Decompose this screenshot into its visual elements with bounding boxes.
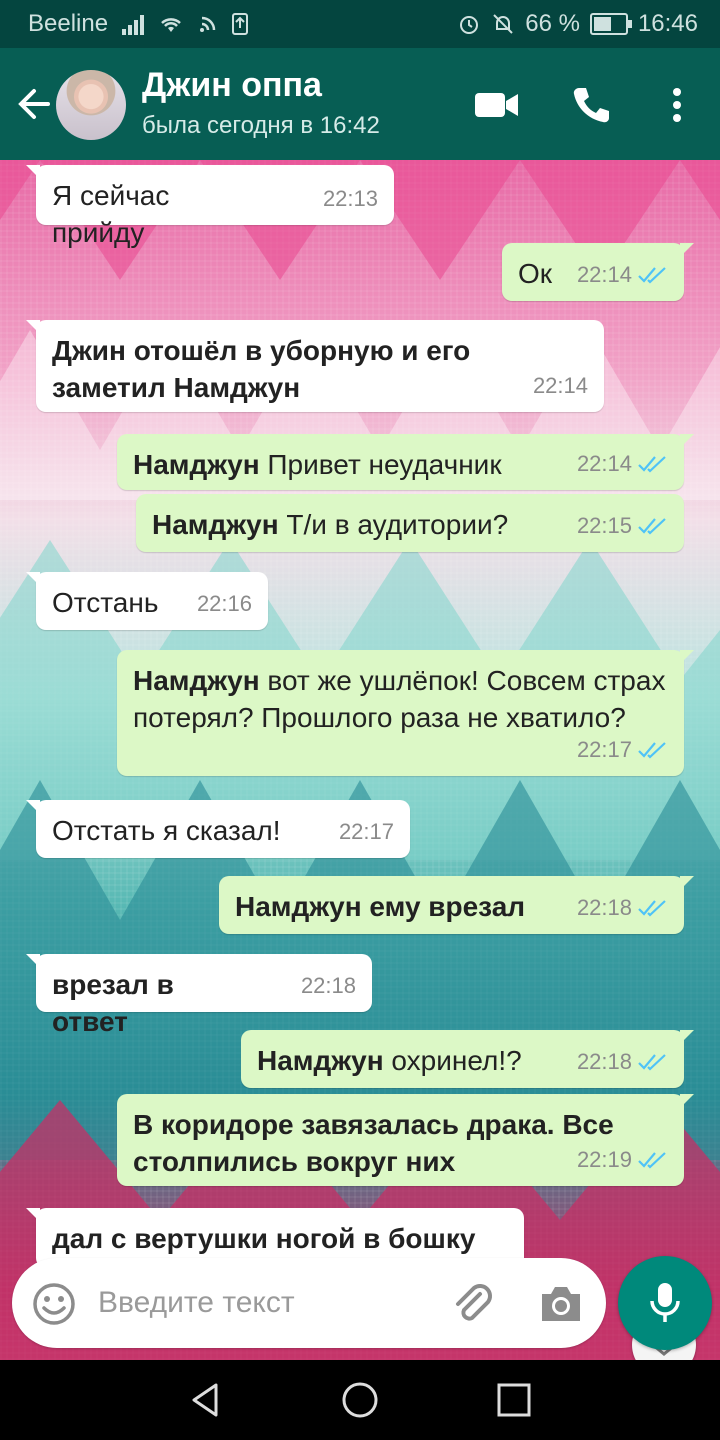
recents-square-icon[interactable]: [494, 1380, 534, 1420]
message-time: 22:19: [577, 1141, 668, 1178]
message-time: 22:17: [577, 731, 668, 768]
message-plain-text: Т/и в аудитории?: [278, 509, 509, 540]
avatar[interactable]: [56, 70, 126, 140]
outgoing-message[interactable]: Ок 22:14: [502, 243, 694, 301]
contact-last-seen: была сегодня в 16:42: [142, 112, 380, 139]
message-plain-text: охринел!?: [383, 1045, 522, 1076]
message-time: 22:18: [577, 1043, 668, 1080]
message-bold-text: Намджун: [257, 1045, 384, 1076]
read-ticks-icon: [638, 741, 666, 759]
message-timestamp: 22:17: [576, 737, 632, 762]
carrier-label: Beeline: [28, 10, 109, 37]
outgoing-message[interactable]: Намджун Т/и в аудитории? 22:15: [136, 494, 684, 552]
message-timestamp: 22:14: [576, 262, 632, 287]
read-ticks-icon: [638, 1151, 666, 1169]
message-text: Джин отошёл в уборную и его заметил Намд…: [52, 332, 588, 406]
chat-area[interactable]: Я сейчас прийду 22:13 Ок 22:14 Джин отошёл в…: [0, 160, 720, 1360]
incoming-message[interactable]: Отстань 22:16: [26, 572, 268, 630]
incoming-message[interactable]: Отстать я сказал! 22:17: [26, 800, 410, 858]
battery-percent: 66 %: [525, 10, 580, 37]
message-time: 22:15: [577, 507, 668, 544]
arrow-left-icon[interactable]: [14, 84, 54, 124]
message-plain-text: Ок: [518, 258, 553, 289]
read-ticks-icon: [638, 1053, 666, 1071]
more-vertical-icon: [673, 88, 681, 122]
voice-message-button[interactable]: [618, 1256, 712, 1350]
message-plain-text: Привет неудачник: [259, 449, 502, 480]
message-time: 22:14: [533, 367, 588, 404]
emoji-icon[interactable]: [32, 1282, 76, 1326]
outgoing-message[interactable]: Намджун ему врезал 22:18: [219, 876, 694, 934]
message-timestamp: 22:19: [576, 1147, 632, 1172]
outgoing-message[interactable]: В коридоре завязалась драка. Все столпил…: [117, 1094, 694, 1186]
contact-name[interactable]: Джин оппа: [142, 66, 322, 105]
video-camera-icon: [475, 93, 518, 117]
message-time: 22:17: [339, 813, 394, 850]
message-plain-text: Отстать я сказал!: [52, 815, 281, 846]
incoming-message[interactable]: Джин отошёл в уборную и его заметил Намд…: [26, 320, 604, 412]
message-bold-text: врезал в ответ: [52, 969, 174, 1037]
message-timestamp: 22:17: [338, 819, 394, 844]
outgoing-message[interactable]: Намджун Привет неудачник 22:14: [117, 434, 694, 490]
message-plain-text: Отстань: [52, 587, 159, 618]
message-time: 22:18: [301, 967, 356, 1004]
message-timestamp: 22:18: [300, 973, 356, 998]
phone-icon: [573, 88, 609, 123]
message-timestamp: 22:14: [576, 451, 632, 476]
message-bold-text: Намджун: [133, 449, 260, 480]
read-ticks-icon: [638, 266, 666, 284]
back-triangle-icon[interactable]: [186, 1380, 226, 1420]
message-timestamp: 22:14: [532, 373, 588, 398]
battery-icon: [589, 13, 632, 35]
message-bold-text: дал с вертушки ногой в бошку: [52, 1223, 476, 1254]
message-time: 22:14: [577, 445, 668, 482]
outgoing-message[interactable]: Намджун охринел!? 22:18: [241, 1030, 694, 1088]
paperclip-icon[interactable]: [450, 1280, 496, 1326]
message-time: 22:16: [197, 585, 252, 622]
message-timestamp: 22:15: [576, 513, 632, 538]
read-ticks-icon: [638, 517, 666, 535]
message-time: 22:14: [577, 256, 668, 293]
nfc-icon: [200, 16, 216, 32]
message-time: 22:18: [577, 889, 668, 926]
read-ticks-icon: [638, 899, 666, 917]
upload-icon: [232, 13, 249, 35]
camera-icon[interactable]: [538, 1282, 584, 1326]
message-timestamp: 22:18: [576, 895, 632, 920]
message-bold-text: Джин отошёл в уборную и его заметил Намд…: [52, 335, 471, 403]
microphone-icon: [650, 1283, 680, 1322]
chat-header: Джин оппа была сегодня в 16:42: [0, 48, 720, 160]
incoming-message[interactable]: Я сейчас прийду 22:13: [26, 165, 394, 248]
mute-bell-icon: [493, 14, 513, 34]
message-plain-text: Я сейчас прийду: [52, 180, 170, 248]
wifi-icon: [161, 18, 181, 32]
message-timestamp: 22:16: [196, 591, 252, 616]
outgoing-message[interactable]: Намджун вот же ушлёпок! Совсем страх пот…: [117, 650, 694, 776]
message-bold-text: В коридоре завязалась драка. Все столпил…: [133, 1109, 614, 1177]
alarm-icon: [460, 16, 479, 34]
voice-call-button[interactable]: [568, 82, 614, 128]
message-timestamp: 22:13: [322, 186, 378, 211]
message-text: Намджун вот же ушлёпок! Совсем страх пот…: [133, 662, 668, 736]
status-bar: Beeline 66 % 16:46: [0, 0, 720, 48]
home-circle-icon[interactable]: [340, 1380, 380, 1420]
clock: 16:46: [637, 10, 698, 37]
message-input[interactable]: Введите текст: [98, 1286, 295, 1320]
system-nav-bar: [0, 1360, 720, 1440]
message-bold-text: Намджун: [152, 509, 279, 540]
incoming-message[interactable]: врезал в ответ 22:18: [26, 954, 372, 1037]
message-text: дал с вертушки ногой в бошку: [52, 1220, 508, 1257]
message-bold-text: Намджун ему врезал: [235, 891, 526, 922]
message-timestamp: 22:18: [576, 1049, 632, 1074]
video-call-button[interactable]: [474, 82, 520, 128]
message-composer: Введите текст: [12, 1258, 606, 1348]
more-options-button[interactable]: [654, 82, 700, 128]
read-ticks-icon: [638, 455, 666, 473]
message-time: 22:13: [323, 180, 378, 217]
message-bold-text: Намджун: [133, 665, 260, 696]
signal-icon: [122, 13, 145, 35]
